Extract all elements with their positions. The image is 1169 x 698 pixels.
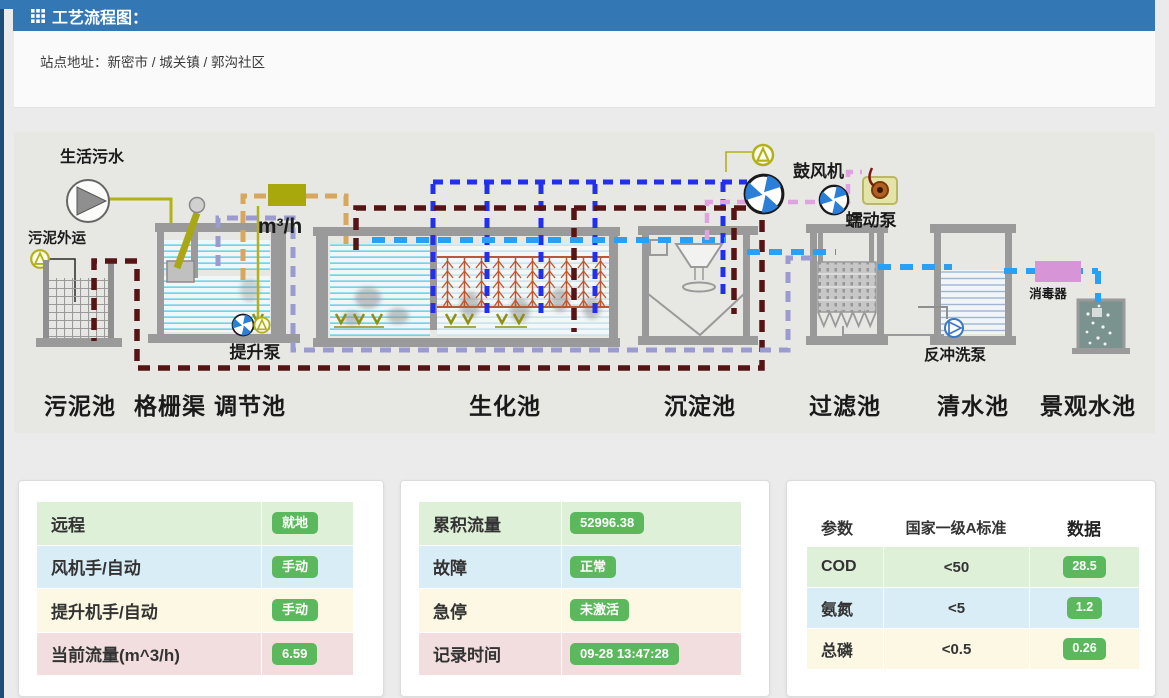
timestamp-badge: 09-28 13:47:28 <box>570 643 679 665</box>
breadcrumb-panel: 站点地址：新密市 / 城关镇 / 郭沟社区 <box>14 31 1155 108</box>
value-badge: 52996.38 <box>570 512 644 534</box>
column-header: 数据 <box>1029 507 1139 547</box>
control-panel-card: 远程 就地 风机手/自动 手动 提升机手/自动 手动 当前流量(m^3/h) 6… <box>18 480 384 697</box>
param-standard: <0.5 <box>883 629 1029 669</box>
column-header: 国家一级A标准 <box>883 517 1029 538</box>
status-badge: 正常 <box>570 556 616 578</box>
blower-label: 鼓风机 <box>793 161 844 181</box>
tank-label-clean: 清水池 <box>937 393 1009 419</box>
flow-unit-label: m³/h <box>258 215 302 238</box>
landscape-pool <box>1072 300 1130 354</box>
value-badge: 0.26 <box>1063 638 1105 660</box>
peristaltic-pump-label: 蠕动泵 <box>846 211 897 230</box>
status-badge: 手动 <box>272 599 318 621</box>
table-row: 远程 就地 <box>37 502 353 546</box>
row-label: 急停 <box>419 598 561 623</box>
table-row: 记录时间 09-28 13:47:28 <box>419 633 741 677</box>
value-badge: 1.2 <box>1067 597 1102 619</box>
value-badge: 28.5 <box>1063 556 1105 578</box>
lift-pump-label: 提升泵 <box>230 343 281 362</box>
breadcrumb[interactable]: 站点地址：新密市 / 城关镇 / 郭沟社区 <box>40 51 265 71</box>
disinfector-label: 消毒器 <box>1029 286 1067 301</box>
status-badge: 未激活 <box>570 599 629 621</box>
table-row: COD <50 28.5 <box>807 547 1139 588</box>
status-table: 累积流量 52996.38 故障 正常 急停 未激活 记录时间 09-28 13… <box>419 502 741 676</box>
status-badge: 手动 <box>272 556 318 578</box>
sludge-out-label: 污泥外运 <box>28 229 86 247</box>
row-label: 风机手/自动 <box>37 554 261 579</box>
row-label: 记录时间 <box>419 641 561 666</box>
valve-icon <box>254 317 269 332</box>
process-diagram-panel: 生活污水 污泥外运 m³/h 提升泵 鼓风机 蠕动泵 消毒器 反冲洗泵 污泥池 … <box>14 132 1155 433</box>
disinfector-box <box>1035 261 1081 282</box>
biofilm-media <box>439 255 607 309</box>
flow-meter <box>268 184 306 206</box>
table-header-row: 参数 国家一级A标准 数据 <box>807 507 1139 547</box>
quality-table: 参数 国家一级A标准 数据 COD <50 28.5 氨氮 <5 1.2 总磷 … <box>807 507 1139 670</box>
param-standard: <50 <box>883 547 1029 587</box>
tank-label-regulation: 调节池 <box>214 393 286 419</box>
table-row: 总磷 <0.5 0.26 <box>807 629 1139 670</box>
quality-panel-card: 参数 国家一级A标准 数据 COD <50 28.5 氨氮 <5 1.2 总磷 … <box>786 480 1156 697</box>
param-name: 氨氮 <box>807 588 883 628</box>
status-badge: 就地 <box>272 512 318 534</box>
page-header: 工艺流程图： <box>13 0 1155 31</box>
tank-label-sediment: 沉淀池 <box>664 393 736 419</box>
param-name: 总磷 <box>807 629 883 669</box>
param-standard: <5 <box>883 588 1029 628</box>
table-row: 累积流量 52996.38 <box>419 502 741 546</box>
table-row: 风机手/自动 手动 <box>37 546 353 590</box>
row-label: 当前流量(m^3/h) <box>37 641 261 666</box>
value-badge: 6.59 <box>272 643 317 665</box>
inflow-label: 生活污水 <box>60 147 125 166</box>
tank-label-filter: 过滤池 <box>809 393 881 419</box>
tank-label-sludge: 污泥池 <box>44 393 116 419</box>
header-corner <box>0 0 14 9</box>
row-label: 远程 <box>37 511 261 536</box>
table-row: 氨氮 <5 1.2 <box>807 588 1139 629</box>
table-row: 故障 正常 <box>419 546 741 590</box>
tank-label-bio: 生化池 <box>469 393 541 419</box>
page-title: 工艺流程图： <box>52 4 148 28</box>
tank-label-grid: 格栅渠 <box>134 393 206 419</box>
param-name: COD <box>807 547 883 587</box>
status-panel-card: 累积流量 52996.38 故障 正常 急停 未激活 记录时间 09-28 13… <box>400 480 770 697</box>
row-label: 故障 <box>419 554 561 579</box>
row-label: 提升机手/自动 <box>37 598 261 623</box>
grid-icon <box>31 9 45 23</box>
row-label: 累积流量 <box>419 511 561 536</box>
table-row: 提升机手/自动 手动 <box>37 589 353 633</box>
table-row: 急停 未激活 <box>419 589 741 633</box>
process-diagram: 生活污水 污泥外运 m³/h 提升泵 鼓风机 蠕动泵 消毒器 反冲洗泵 污泥池 … <box>14 132 1155 433</box>
table-row: 当前流量(m^3/h) 6.59 <box>37 633 353 677</box>
control-table: 远程 就地 风机手/自动 手动 提升机手/自动 手动 当前流量(m^3/h) 6… <box>37 502 353 676</box>
tank-label-landscape: 景观水池 <box>1040 393 1136 419</box>
accent-stripe <box>0 0 4 698</box>
column-header: 参数 <box>807 515 883 539</box>
valve-icon <box>753 145 773 165</box>
backwash-pump-label: 反冲洗泵 <box>924 345 987 364</box>
